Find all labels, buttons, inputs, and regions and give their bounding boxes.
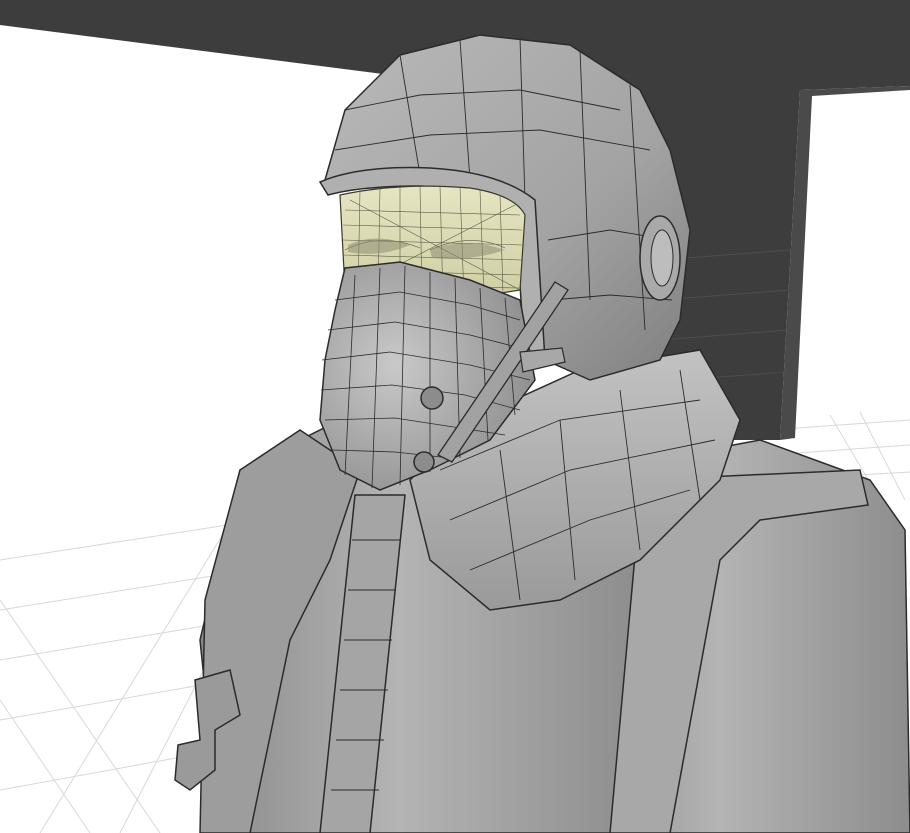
backdrop-side	[780, 86, 910, 440]
3d-viewport[interactable]	[0, 0, 910, 833]
mask-valve-upper	[420, 386, 444, 410]
scene-render	[0, 0, 910, 833]
mask-valve-lower	[413, 451, 435, 473]
mic-clip	[519, 347, 566, 373]
ear-cup-inner	[650, 229, 674, 287]
